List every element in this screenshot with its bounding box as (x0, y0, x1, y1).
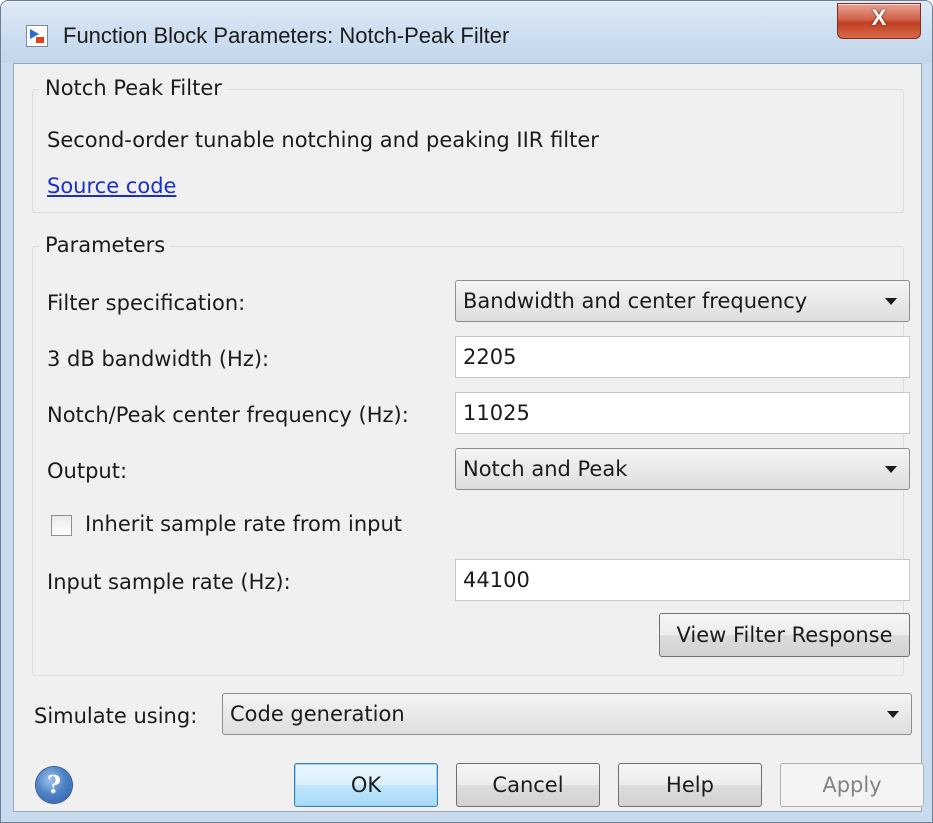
inherit-sample-rate-label[interactable]: Inherit sample rate from input (85, 512, 402, 536)
inherit-sample-rate-checkbox[interactable] (51, 515, 72, 536)
filter-specification-label: Filter specification: (47, 291, 246, 315)
view-filter-response-button[interactable]: View Filter Response (659, 613, 910, 657)
window-title: Function Block Parameters: Notch-Peak Fi… (63, 23, 510, 48)
output-label: Output: (47, 459, 128, 483)
source-code-link[interactable]: Source code (47, 174, 176, 198)
block-description: Second-order tunable notching and peakin… (47, 128, 599, 152)
close-button[interactable]: X (837, 3, 921, 39)
simulate-using-value: Code generation (230, 702, 405, 726)
title-bar[interactable]: Function Block Parameters: Notch-Peak Fi… (1, 1, 932, 63)
filter-specification-value: Bandwidth and center frequency (463, 289, 808, 313)
dialog-window: Function Block Parameters: Notch-Peak Fi… (0, 0, 933, 823)
block-group-title: Notch Peak Filter (39, 76, 228, 100)
close-icon: X (871, 5, 887, 30)
output-value: Notch and Peak (463, 457, 628, 481)
simulate-using-dropdown[interactable]: Code generation (222, 693, 912, 735)
filter-specification-dropdown[interactable]: Bandwidth and center frequency (455, 280, 910, 322)
chevron-down-icon (885, 466, 897, 473)
block-description-group: Notch Peak Filter Second-order tunable n… (32, 76, 904, 213)
ok-button[interactable]: OK (294, 763, 438, 807)
question-mark-icon: ? (46, 770, 62, 799)
parameters-group-title: Parameters (39, 233, 172, 257)
input-sample-rate-label: Input sample rate (Hz): (47, 570, 291, 594)
parameters-group: Parameters Filter specification: Bandwid… (32, 233, 910, 676)
center-frequency-field[interactable] (455, 392, 910, 434)
simulink-block-icon (26, 25, 48, 47)
chevron-down-icon (887, 711, 899, 718)
help-button[interactable]: Help (618, 763, 762, 807)
cancel-button[interactable]: Cancel (456, 763, 600, 807)
simulate-using-label: Simulate using: (34, 704, 198, 728)
input-sample-rate-field[interactable] (455, 559, 910, 601)
chevron-down-icon (885, 298, 897, 305)
center-frequency-label: Notch/Peak center frequency (Hz): (47, 403, 409, 427)
bandwidth-field[interactable] (455, 336, 910, 378)
apply-button[interactable]: Apply (780, 763, 924, 807)
dialog-body: Notch Peak Filter Second-order tunable n… (13, 63, 924, 812)
bandwidth-label: 3 dB bandwidth (Hz): (47, 347, 270, 371)
output-dropdown[interactable]: Notch and Peak (455, 448, 910, 490)
help-icon[interactable]: ? (36, 767, 72, 803)
